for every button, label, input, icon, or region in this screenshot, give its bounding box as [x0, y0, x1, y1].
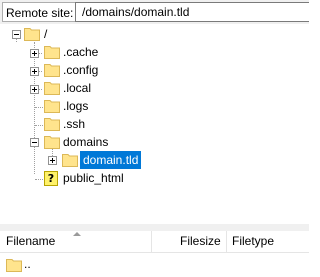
- config-expand-toggle[interactable]: [30, 67, 39, 76]
- unknown-question-icon: ?: [44, 171, 58, 186]
- file-row-parent-directory[interactable]: ..: [0, 254, 309, 274]
- tree-guide-line: [35, 179, 43, 180]
- folder-icon: [24, 27, 40, 41]
- remote-site-bar: Remote site: /domains/domain.tld: [0, 0, 309, 24]
- folder-icon: [62, 153, 78, 167]
- tree-node-domains[interactable]: domains: [63, 133, 108, 151]
- tree-node-ssh[interactable]: .ssh: [63, 115, 85, 133]
- tree-guide-line: [35, 125, 43, 126]
- folder-icon: [44, 135, 60, 149]
- tree-node-public-html[interactable]: public_html: [63, 169, 124, 187]
- tree-node-root[interactable]: /: [44, 25, 47, 43]
- local-expand-toggle[interactable]: [30, 85, 39, 94]
- remote-site-path-input[interactable]: /domains/domain.tld: [75, 2, 309, 22]
- domain-tld-expand-toggle[interactable]: [48, 156, 57, 165]
- tree-node-local[interactable]: .local: [63, 79, 91, 97]
- tree-node-config[interactable]: .config: [63, 61, 98, 79]
- column-header-filesize[interactable]: Filesize: [180, 231, 221, 252]
- file-list-header: Filename Filesize Filetype: [0, 231, 309, 253]
- cache-expand-toggle[interactable]: [30, 49, 39, 58]
- column-divider[interactable]: [151, 231, 152, 252]
- folder-icon: [44, 63, 60, 77]
- folder-icon: [44, 99, 60, 113]
- sort-ascending-icon: [73, 232, 81, 236]
- pane-splitter[interactable]: [0, 224, 309, 231]
- column-header-filetype[interactable]: Filetype: [232, 231, 274, 252]
- folder-icon: [6, 258, 22, 272]
- domains-collapse-toggle[interactable]: [30, 138, 39, 147]
- tree-guide-line: [34, 42, 35, 174]
- column-divider[interactable]: [226, 231, 227, 252]
- root-collapse-toggle[interactable]: [12, 30, 21, 39]
- tree-node-logs[interactable]: .logs: [63, 97, 88, 115]
- folder-icon: [44, 117, 60, 131]
- column-header-filename[interactable]: Filename: [6, 231, 55, 252]
- file-name: ..: [24, 257, 31, 271]
- remote-file-list[interactable]: Filename Filesize Filetype ..: [0, 231, 309, 277]
- folder-icon: [44, 45, 60, 59]
- tree-node-domain-tld[interactable]: domain.tld: [80, 151, 142, 169]
- remote-directory-tree[interactable]: / .cache .config .local .logs .ssh domai…: [0, 24, 309, 224]
- folder-icon: [44, 81, 60, 95]
- remote-site-label: Remote site:: [2, 2, 77, 22]
- tree-node-cache[interactable]: .cache: [63, 43, 98, 61]
- tree-guide-line: [35, 107, 43, 108]
